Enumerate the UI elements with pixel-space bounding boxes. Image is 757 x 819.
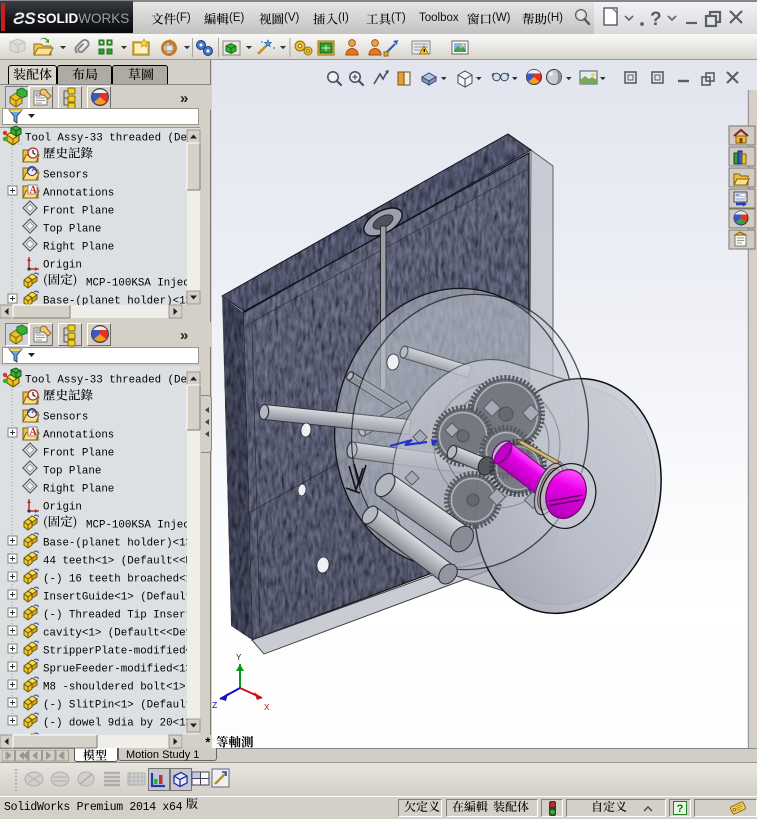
svg-text:MCP-100KSA Injec: MCP-100KSA Injec xyxy=(86,278,190,290)
svg-text:?: ? xyxy=(650,9,662,30)
svg-text:(-) SlitPin<1> (Default: (-) SlitPin<1> (Default xyxy=(43,700,192,712)
svg-text:Right Plane: Right Plane xyxy=(43,242,114,254)
svg-text:(-) Threaded Tip Insert: (-) Threaded Tip Insert xyxy=(43,610,192,622)
svg-text:Tool Assy-33 threaded (Def: Tool Assy-33 threaded (Def xyxy=(25,133,193,145)
svg-text:Z: Z xyxy=(212,701,218,711)
svg-text:(-) 16 teeth broached<1: (-) 16 teeth broached<1 xyxy=(43,574,192,586)
svg-text:X: X xyxy=(264,703,270,713)
svg-text:Top Plane: Top Plane xyxy=(43,466,101,478)
svg-text:Sensors: Sensors xyxy=(43,412,88,424)
svg-text:Front Plane: Front Plane xyxy=(43,448,114,460)
svg-text:Tool Assy-33 threaded (Def: Tool Assy-33 threaded (Def xyxy=(25,375,193,387)
svg-text:Top Plane: Top Plane xyxy=(43,224,101,236)
svg-text:Front Plane: Front Plane xyxy=(43,206,114,218)
svg-text:Origin: Origin xyxy=(43,260,82,272)
svg-text:Y: Y xyxy=(236,653,242,663)
svg-text:StripperPlate-modified<: StripperPlate-modified< xyxy=(43,646,192,658)
svg-text:MCP-100KSA Injec: MCP-100KSA Injec xyxy=(86,520,190,532)
svg-text:Annotations: Annotations xyxy=(43,188,114,200)
svg-text:A: A xyxy=(30,185,38,196)
svg-text:M8 -shouldered bolt<1>: M8 -shouldered bolt<1> xyxy=(43,682,186,694)
svg-text:InsertGuide<1> (Default: InsertGuide<1> (Default xyxy=(43,592,192,604)
svg-text:(-) dowel 9dia by 20<1>: (-) dowel 9dia by 20<1> xyxy=(43,718,192,730)
svg-text:cavity<1> (Default<<Def: cavity<1> (Default<<Def xyxy=(43,628,192,640)
svg-text:Right Plane: Right Plane xyxy=(43,484,114,496)
svg-text:Origin: Origin xyxy=(43,502,82,514)
svg-text:SprueFeeder-modified<1>: SprueFeeder-modified<1> xyxy=(43,664,192,676)
svg-text:Sensors: Sensors xyxy=(43,170,88,182)
svg-text:Base-(planet holder)<1>: Base-(planet holder)<1> xyxy=(43,538,192,550)
svg-text:A: A xyxy=(30,427,38,438)
svg-text:Annotations: Annotations xyxy=(43,430,114,442)
svg-text:44 teeth<1> (Default<<D: 44 teeth<1> (Default<<D xyxy=(43,556,192,568)
